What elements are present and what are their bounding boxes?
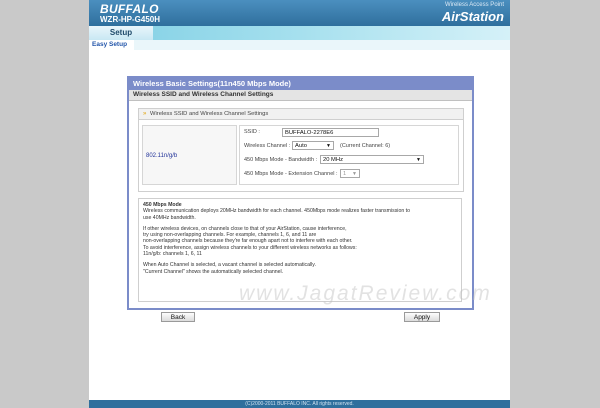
brand-logo: BUFFALO: [100, 2, 159, 16]
channel-select[interactable]: Auto ▼: [292, 141, 334, 150]
tab-setup[interactable]: Setup: [89, 26, 153, 40]
sub-nav: Easy Setup: [89, 40, 510, 50]
nav-bar: Setup: [89, 26, 510, 40]
app-frame: BUFFALO WZR-HP-G450H Wireless Access Poi…: [89, 0, 510, 408]
subnav-easy-setup[interactable]: Easy Setup: [89, 40, 134, 50]
chevron-down-icon: ▼: [416, 157, 421, 163]
back-button[interactable]: Back: [161, 312, 195, 322]
extension-value: 1: [343, 171, 347, 177]
ssid-input[interactable]: BUFFALO-2278E6: [282, 128, 379, 137]
ssid-label: SSID :: [244, 129, 260, 135]
apply-button[interactable]: Apply: [404, 312, 440, 322]
help-line: "Current Channel" shows the automaticall…: [143, 268, 284, 275]
footer-copyright: (C)2000-2011 BUFFALO INC. All rights res…: [89, 400, 510, 408]
header-bar: BUFFALO WZR-HP-G450H Wireless Access Poi…: [89, 0, 510, 26]
airstation-logo: AirStation: [441, 9, 504, 24]
model-name: WZR-HP-G450H: [100, 15, 161, 24]
bandwidth-value: 20 MHz: [323, 157, 343, 163]
band-label: 802.11n/g/b: [142, 125, 237, 185]
watermark: www.JagatReview.com: [239, 282, 492, 305]
bandwidth-select[interactable]: 20 MHz ▼: [320, 155, 424, 164]
help-line: Wireless communication deploys 20MHz ban…: [143, 208, 410, 215]
section-arrow-icon: »: [143, 111, 147, 117]
bandwidth-label: 450 Mbps Mode - Bandwidth :: [244, 157, 318, 163]
extension-select[interactable]: 1 ▼: [340, 169, 360, 178]
panel-subtitle: Wireless SSID and Wireless Channel Setti…: [129, 90, 472, 101]
extension-label: 450 Mbps Mode - Extension Channel :: [244, 171, 338, 177]
section-header: » Wireless SSID and Wireless Channel Sett…: [139, 109, 463, 120]
channel-label: Wireless Channel :: [244, 143, 291, 149]
section-title: Wireless SSID and Wireless Channel Setti…: [150, 111, 269, 117]
chevron-down-icon: ▼: [326, 143, 331, 149]
ssid-channel-section: » Wireless SSID and Wireless Channel Sett…: [138, 108, 464, 192]
product-tagline: Wireless Access Point: [444, 2, 504, 8]
channel-value: Auto: [295, 143, 307, 149]
current-channel: (Current Channel: 6): [340, 143, 391, 149]
wireless-settings-panel: Wireless Basic Settings(11n450 Mbps Mode…: [127, 76, 474, 310]
panel-title: Wireless Basic Settings(11n450 Mbps Mode…: [129, 78, 472, 90]
settings-fields: SSID : BUFFALO-2278E6 Wireless Channel :…: [239, 125, 459, 185]
chevron-down-icon: ▼: [352, 171, 357, 177]
